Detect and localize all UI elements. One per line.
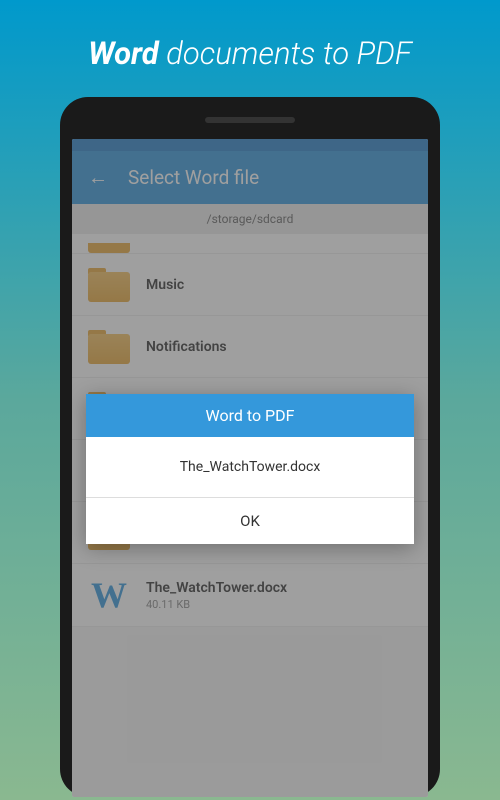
ok-button[interactable]: OK [86,498,414,544]
promo-headline: Word documents to PDF [0,0,500,97]
screen: ← Select Word file /storage/sdcard Music… [72,139,428,797]
phone-frame: ← Select Word file /storage/sdcard Music… [60,97,440,797]
phone-speaker [205,117,295,123]
dialog: Word to PDF The_WatchTower.docx OK [86,394,414,544]
dialog-title: Word to PDF [86,394,414,437]
dialog-filename: The_WatchTower.docx [86,437,414,498]
